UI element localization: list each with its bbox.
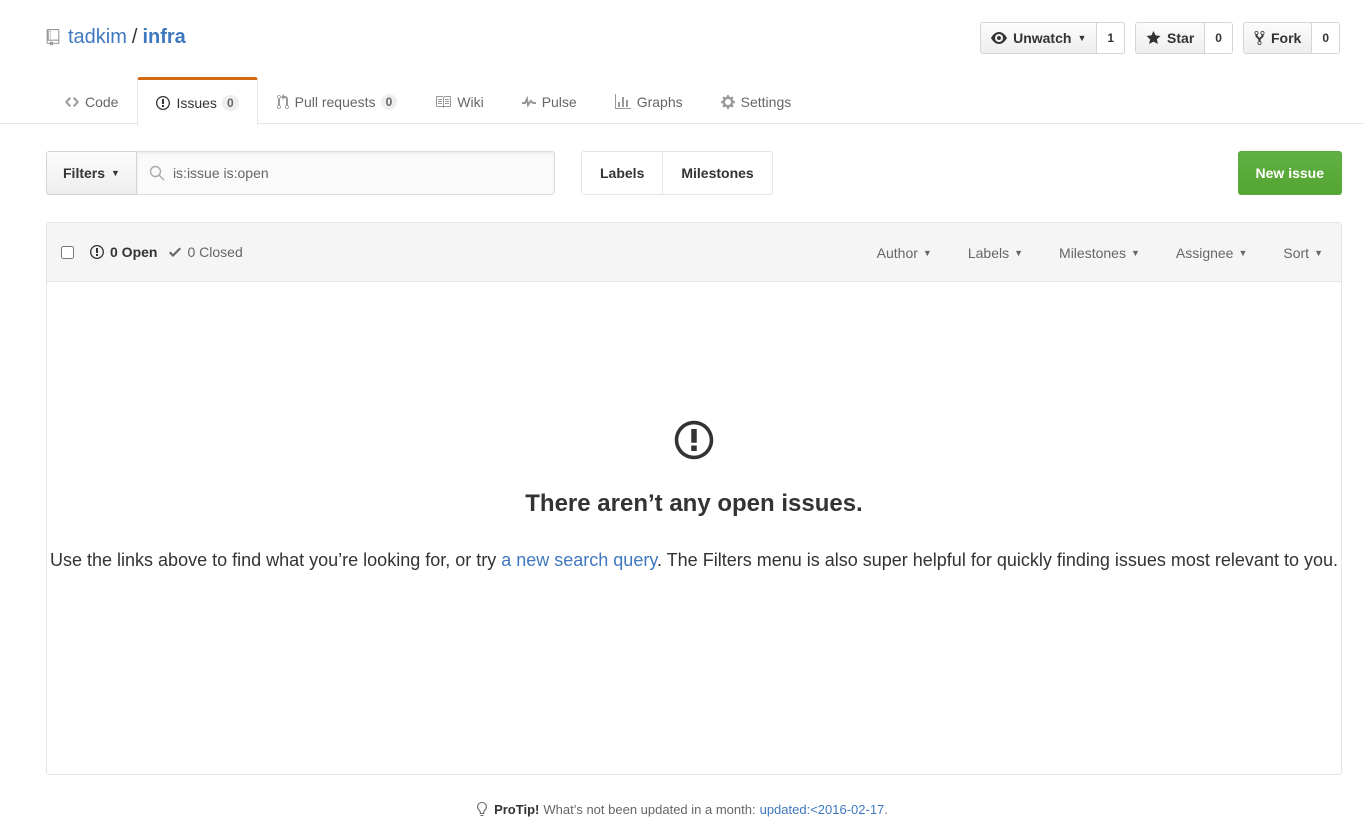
unwatch-button[interactable]: Unwatch ▼ <box>980 22 1098 54</box>
list-filters: Author ▼ Labels ▼ Milestones ▼ Assignee … <box>841 223 1323 282</box>
author-filter[interactable]: Author ▼ <box>877 245 932 261</box>
chevron-down-icon: ▼ <box>1238 247 1248 258</box>
search-field <box>136 151 555 195</box>
empty-state-text-after: . The Filters menu is also super helpful… <box>657 550 1338 570</box>
repo-owner-link[interactable]: tadkim <box>68 24 127 50</box>
labels-link[interactable]: Labels <box>581 151 664 195</box>
empty-state-text-before: Use the links above to find what you’re … <box>50 550 502 570</box>
tab-pulse[interactable]: Pulse <box>503 77 596 124</box>
issue-opened-icon <box>90 245 104 259</box>
chevron-down-icon: ▼ <box>1130 247 1140 258</box>
chevron-down-icon: ▼ <box>922 247 932 258</box>
filters-search-group: Filters ▼ <box>46 151 555 195</box>
fork-icon <box>1254 30 1265 46</box>
labels-filter-label: Labels <box>967 244 1010 261</box>
protip-text: What’s not been updated in a month: <box>543 801 756 817</box>
milestones-filter[interactable]: Milestones ▼ <box>1059 245 1140 261</box>
tab-pull-requests[interactable]: Pull requests 0 <box>258 77 417 124</box>
watchers-count[interactable]: 1 <box>1097 22 1126 54</box>
filters-button[interactable]: Filters ▼ <box>46 151 137 195</box>
protip: ProTip! What’s not been updated in a mon… <box>0 801 1364 817</box>
fork-group: Fork 0 <box>1242 22 1340 54</box>
repo-nav: Code Issues 0 Pull requests 0 Wiki Pulse… <box>46 77 811 125</box>
fork-label: Fork <box>1270 30 1302 46</box>
tab-issues[interactable]: Issues 0 <box>137 77 258 125</box>
open-issues-link[interactable]: 0 Open <box>90 244 157 260</box>
tab-code[interactable]: Code <box>46 77 137 124</box>
code-icon <box>65 97 79 107</box>
author-filter-label: Author <box>876 244 918 261</box>
tab-settings-label: Settings <box>740 94 792 110</box>
star-label: Star <box>1167 30 1195 46</box>
repo-icon <box>46 28 60 46</box>
issues-list-header: 0 Open 0 Closed Author ▼ Labels ▼ Milest… <box>47 223 1341 282</box>
issues-counter: 0 <box>221 94 239 111</box>
stars-count[interactable]: 0 <box>1205 22 1233 54</box>
repo-header: tadkim / infra Unwatch ▼ 1 Star 0 Fork 0 <box>0 0 1364 125</box>
tab-graphs[interactable]: Graphs <box>596 77 702 124</box>
pulse-icon <box>521 95 536 108</box>
star-group: Star 0 <box>1135 22 1233 54</box>
gear-icon <box>720 95 735 109</box>
issue-opened-icon <box>156 95 171 110</box>
issues-search-input[interactable] <box>172 165 553 181</box>
tab-pull-requests-label: Pull requests <box>294 94 376 110</box>
git-pull-request-icon <box>276 94 289 110</box>
unwatch-label: Unwatch <box>1013 30 1072 46</box>
chevron-down-icon: ▼ <box>1077 33 1087 43</box>
empty-state-title: There aren’t any open issues. <box>525 490 863 517</box>
milestones-filter-label: Milestones <box>1059 244 1126 261</box>
chevron-down-icon: ▼ <box>1314 247 1323 258</box>
new-issue-button[interactable]: New issue <box>1237 151 1342 195</box>
repo-title: tadkim / infra <box>46 24 186 50</box>
closed-issues-link[interactable]: 0 Closed <box>169 244 243 260</box>
assignee-filter-label: Assignee <box>1175 244 1234 261</box>
select-all-checkbox[interactable] <box>61 245 74 259</box>
tab-issues-label: Issues <box>176 94 217 111</box>
protip-end: . <box>884 801 888 817</box>
pagehead-actions: Unwatch ▼ 1 Star 0 Fork 0 <box>980 22 1340 54</box>
graph-icon <box>614 94 631 109</box>
sort-filter-label: Sort <box>1283 244 1310 261</box>
repo-name-link[interactable]: infra <box>142 24 185 50</box>
tab-graphs-label: Graphs <box>636 94 683 110</box>
fork-button[interactable]: Fork <box>1242 22 1313 54</box>
light-bulb-icon <box>477 801 488 817</box>
book-icon <box>436 96 452 108</box>
assignee-filter[interactable]: Assignee ▼ <box>1176 245 1248 261</box>
tab-code-label: Code <box>85 94 119 110</box>
milestones-link[interactable]: Milestones <box>663 151 773 195</box>
sort-filter[interactable]: Sort ▼ <box>1283 245 1323 261</box>
labels-filter[interactable]: Labels ▼ <box>968 245 1023 261</box>
pulls-counter: 0 <box>380 94 398 110</box>
forks-count[interactable]: 0 <box>1312 22 1340 54</box>
issues-subnav: Filters ▼ Labels Milestones New issue <box>46 151 1342 195</box>
protip-label: ProTip! <box>494 801 540 817</box>
closed-issues-label: 0 Closed <box>187 244 243 260</box>
search-icon <box>149 165 165 181</box>
issue-opened-icon <box>674 420 714 460</box>
tab-pulse-label: Pulse <box>541 94 577 110</box>
watch-group: Unwatch ▼ 1 <box>980 22 1126 54</box>
filters-label: Filters <box>63 165 106 181</box>
open-issues-label: 0 Open <box>110 244 158 260</box>
issues-list: 0 Open 0 Closed Author ▼ Labels ▼ Milest… <box>46 222 1342 775</box>
tab-wiki[interactable]: Wiki <box>416 77 502 124</box>
chevron-down-icon: ▼ <box>111 168 120 178</box>
labels-milestones-group: Labels Milestones <box>581 151 773 195</box>
repo-separator: / <box>131 26 138 48</box>
empty-state-text: Use the links above to find what you’re … <box>47 547 1341 573</box>
star-button[interactable]: Star <box>1135 22 1206 54</box>
star-icon <box>1146 31 1161 44</box>
check-icon <box>169 247 182 257</box>
tab-settings[interactable]: Settings <box>702 77 811 124</box>
tab-wiki-label: Wiki <box>457 94 484 110</box>
new-search-query-link[interactable]: a new search query <box>501 550 657 570</box>
protip-query-link[interactable]: updated:<2016-02-17 <box>760 802 885 817</box>
eye-icon <box>991 32 1008 44</box>
chevron-down-icon: ▼ <box>1014 247 1024 258</box>
